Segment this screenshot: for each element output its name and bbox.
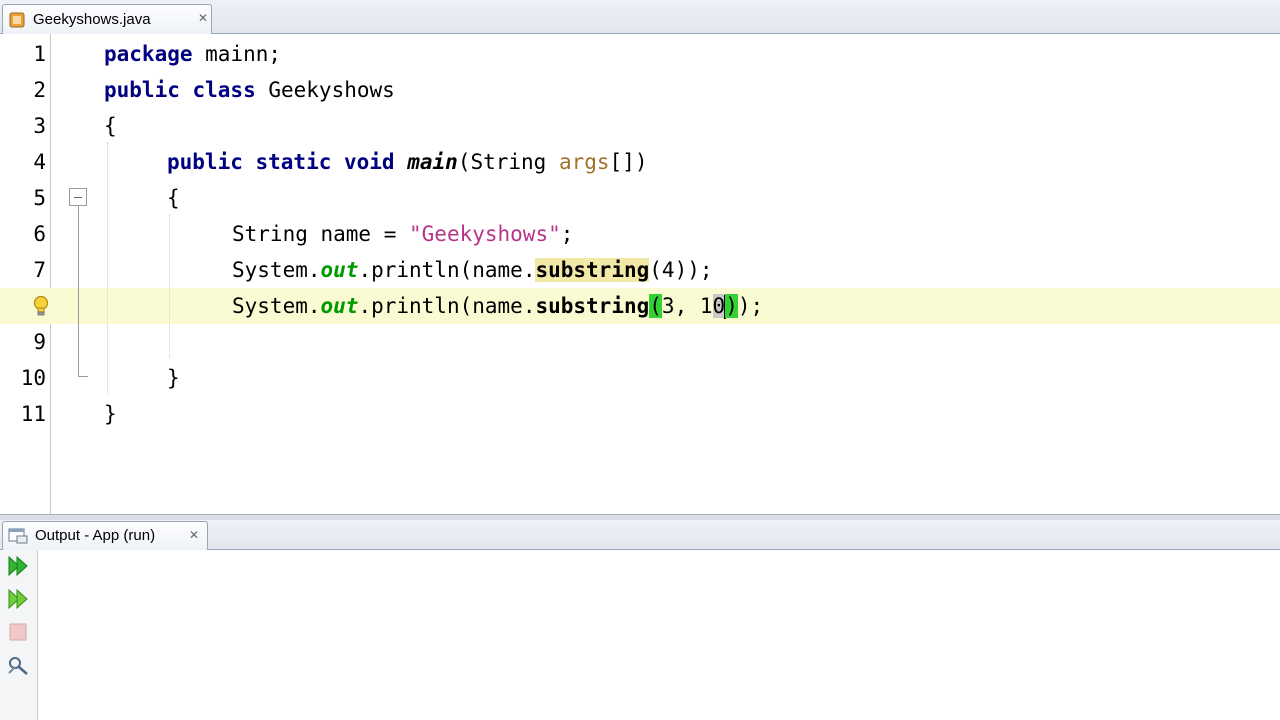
code-text: } (104, 402, 117, 426)
code-text: String name = "Geekyshows"; (232, 222, 574, 246)
output-toolbar (0, 550, 38, 720)
code-text: } (167, 366, 180, 390)
code-line: 9 (0, 324, 1280, 360)
code-line: 6 String name = "Geekyshows"; (0, 216, 1280, 252)
line-number: 1 (33, 42, 46, 66)
close-icon[interactable]: ✕ (187, 528, 201, 542)
code-line: 7 System.out.println(name.substring(4)); (0, 252, 1280, 288)
stop-icon[interactable] (6, 620, 30, 644)
rerun-with-params-icon[interactable] (6, 587, 30, 611)
code-lines: 1 package mainn; 2 public class Geekysho… (0, 34, 1280, 514)
code-editor[interactable]: 1 package mainn; 2 public class Geekysho… (0, 34, 1280, 514)
code-text: public class Geekyshows (104, 78, 395, 102)
code-line: 2 public class Geekyshows (0, 72, 1280, 108)
line-number: 6 (33, 222, 46, 246)
output-tab-bar: Output - App (run) ✕ (0, 520, 1280, 550)
line-number: 10 (20, 366, 46, 390)
code-line: 5 { (0, 180, 1280, 216)
code-line: 4 public static void main(String args[]) (0, 144, 1280, 180)
line-number: 5 (33, 186, 46, 210)
code-line: 3 { (0, 108, 1280, 144)
code-text: { (104, 114, 117, 138)
code-line: 11 } (0, 396, 1280, 432)
close-icon[interactable]: ✕ (196, 11, 210, 25)
output-tab-app-run[interactable]: Output - App (run) ✕ (2, 521, 208, 550)
output-window-icon (8, 528, 28, 544)
editor-tab-label: Geekyshows.java (33, 11, 151, 28)
code-text: package mainn; (104, 42, 282, 66)
line-number: 7 (33, 258, 46, 282)
code-line-current: 8 System.out.println(name.substring(3, 1… (0, 288, 1280, 324)
code-text: System.out.println(name.substring(4)); (232, 258, 713, 282)
code-line: 10 } (0, 360, 1280, 396)
code-text: public static void main(String args[]) (167, 150, 648, 174)
java-file-icon (9, 12, 25, 28)
editor-tab-bar: Geekyshows.java ✕ (0, 0, 1280, 34)
output-tab-label: Output - App (run) (35, 527, 156, 544)
rerun-icon[interactable] (6, 554, 30, 578)
line-number: 4 (33, 150, 46, 174)
code-line: 1 package mainn; (0, 36, 1280, 72)
lightbulb-icon[interactable] (32, 295, 50, 317)
output-console[interactable] (38, 550, 1280, 720)
settings-icon[interactable] (6, 653, 30, 677)
editor-tab-geekyshows[interactable]: Geekyshows.java ✕ (2, 4, 212, 34)
line-number: 11 (20, 402, 46, 426)
line-number: 9 (33, 330, 46, 354)
line-number: 3 (33, 114, 46, 138)
code-text: System.out.println(name.substring(3, 10)… (232, 294, 764, 319)
code-text: { (167, 186, 180, 210)
line-number: 2 (33, 78, 46, 102)
